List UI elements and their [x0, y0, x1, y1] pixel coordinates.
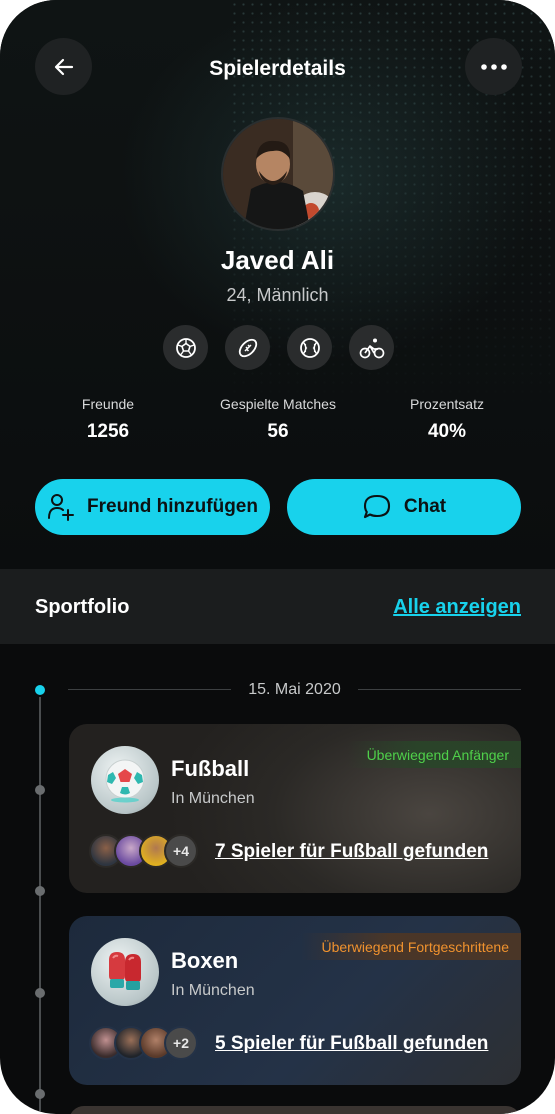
stat-percentage: Prozentsatz 40% [357, 396, 537, 443]
more-dots-icon [480, 63, 507, 70]
timeline-line [39, 690, 41, 1114]
avatar-photo [223, 119, 333, 229]
level-badge: Überwiegend Fortgeschrittene [301, 933, 521, 960]
players-found-link[interactable]: 7 Spieler für Fußball gefunden [215, 841, 488, 863]
stat-value: 40% [427, 421, 467, 442]
cycling-icon [349, 325, 394, 370]
boxing-gloves-image [91, 938, 159, 1006]
add-friend-label: Freund hinzufügen [87, 496, 258, 517]
rugby-icon [225, 325, 270, 370]
sport-location: In München [171, 982, 255, 999]
stat-label: Freunde [81, 396, 135, 412]
see-all-link[interactable]: Alle anzeigen [393, 596, 521, 619]
player-name: Javed Ali [220, 245, 335, 275]
players-found-link[interactable]: 5 Spieler für Fußball gefunden [215, 1033, 488, 1055]
more-options-button[interactable] [465, 38, 522, 95]
player-age-gender: 24, Männlich [226, 285, 329, 305]
stat-value: 1256 [86, 421, 130, 442]
phone-screen: Spielerdetails Javed Ali 24, Männlich Fr… [0, 0, 555, 1114]
chat-button[interactable]: Chat [287, 479, 521, 535]
stat-friends: Freunde 1256 [18, 396, 198, 443]
player-avatars: +4 [89, 832, 209, 870]
baseball-icon [287, 325, 332, 370]
stat-value: 56 [267, 421, 289, 442]
more-players-count: +4 [164, 834, 198, 868]
avatar [221, 117, 335, 231]
timeline-dot [35, 988, 45, 998]
portfolio-title: Sportfolio [35, 596, 130, 618]
sport-location: In München [171, 790, 255, 807]
sport-title: Fußball [171, 756, 250, 781]
add-friend-button[interactable]: Freund hinzufügen [35, 479, 270, 535]
timeline-dot [35, 1089, 45, 1099]
sport-card-partial[interactable] [69, 1106, 521, 1114]
timeline-dot-active [33, 683, 47, 697]
player-avatars: +2 [89, 1024, 209, 1062]
timeline-dot [35, 886, 45, 896]
chat-bubble-icon [363, 494, 390, 519]
sport-card-boxing[interactable]: Überwiegend Fortgeschrittene Boxen In Mü… [69, 916, 521, 1085]
football-icon [163, 325, 208, 370]
sport-card-football[interactable]: Überwiegend Anfänger Fußball In München … [69, 724, 521, 893]
portfolio-header: Sportfolio Alle anzeigen [0, 569, 555, 644]
football-image [91, 746, 159, 814]
level-badge: Überwiegend Anfänger [346, 741, 521, 768]
stat-label: Gespielte Matches [220, 396, 336, 412]
divider [358, 689, 521, 690]
stat-label: Prozentsatz [410, 396, 484, 412]
chat-label: Chat [403, 496, 447, 517]
stat-matches: Gespielte Matches 56 [188, 396, 368, 443]
timeline-dot [35, 785, 45, 795]
add-user-icon [48, 494, 74, 521]
sport-title: Boxen [171, 948, 239, 973]
more-players-count: +2 [164, 1026, 198, 1060]
date-separator: 15. Mai 2020 [68, 680, 521, 700]
timeline-date: 15. Mai 2020 [248, 681, 341, 698]
